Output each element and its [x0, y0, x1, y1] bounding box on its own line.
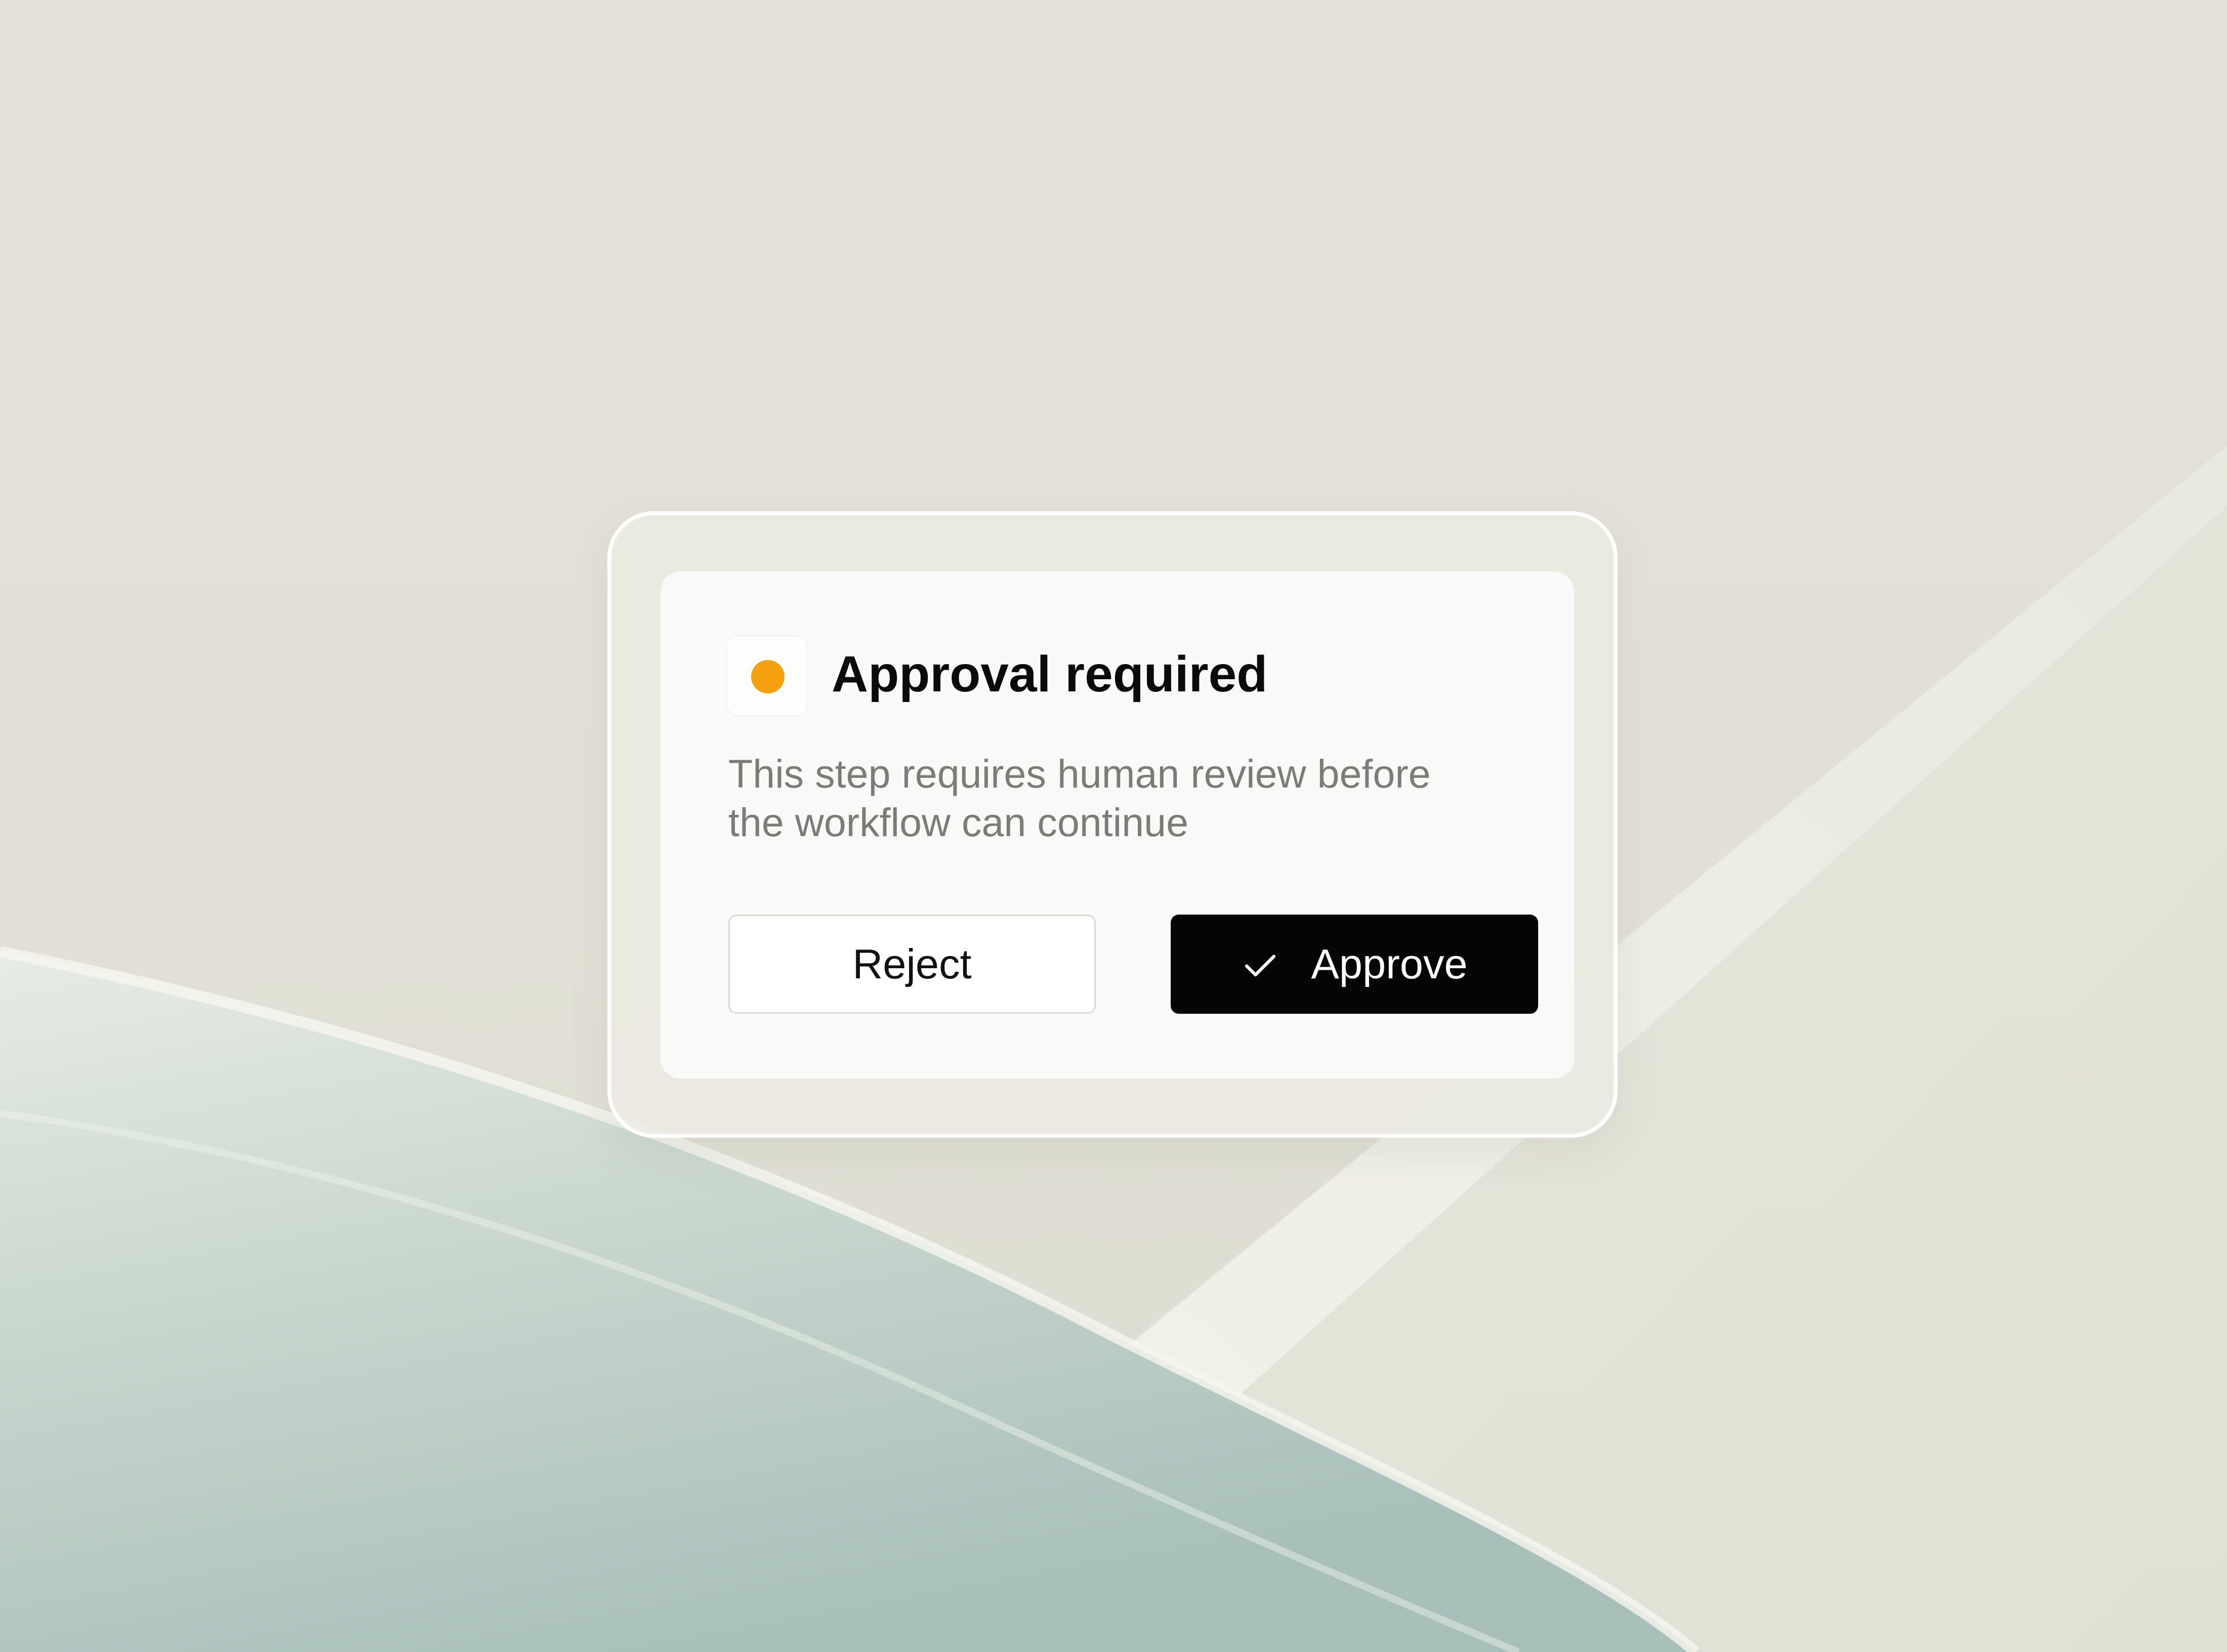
status-indicator — [726, 635, 807, 716]
reject-button[interactable]: Reject — [728, 915, 1096, 1014]
approve-button[interactable]: Approve — [1171, 915, 1538, 1014]
approval-dialog: Approval required This step requires hum… — [661, 571, 1574, 1079]
dialog-description: This step requires human review before t… — [728, 750, 1518, 847]
status-dot-icon — [751, 660, 785, 693]
dialog-title: Approval required — [832, 646, 1268, 703]
dialog-description-line: This step requires human review before — [728, 751, 1431, 796]
check-icon — [1245, 955, 1276, 977]
approve-button-label: Approve — [1311, 940, 1468, 987]
reject-button-label: Reject — [852, 940, 972, 987]
approval-dialog-frame: Approval required This step requires hum… — [607, 511, 1618, 1138]
dialog-description-line: the workflow can continue — [728, 800, 1189, 845]
